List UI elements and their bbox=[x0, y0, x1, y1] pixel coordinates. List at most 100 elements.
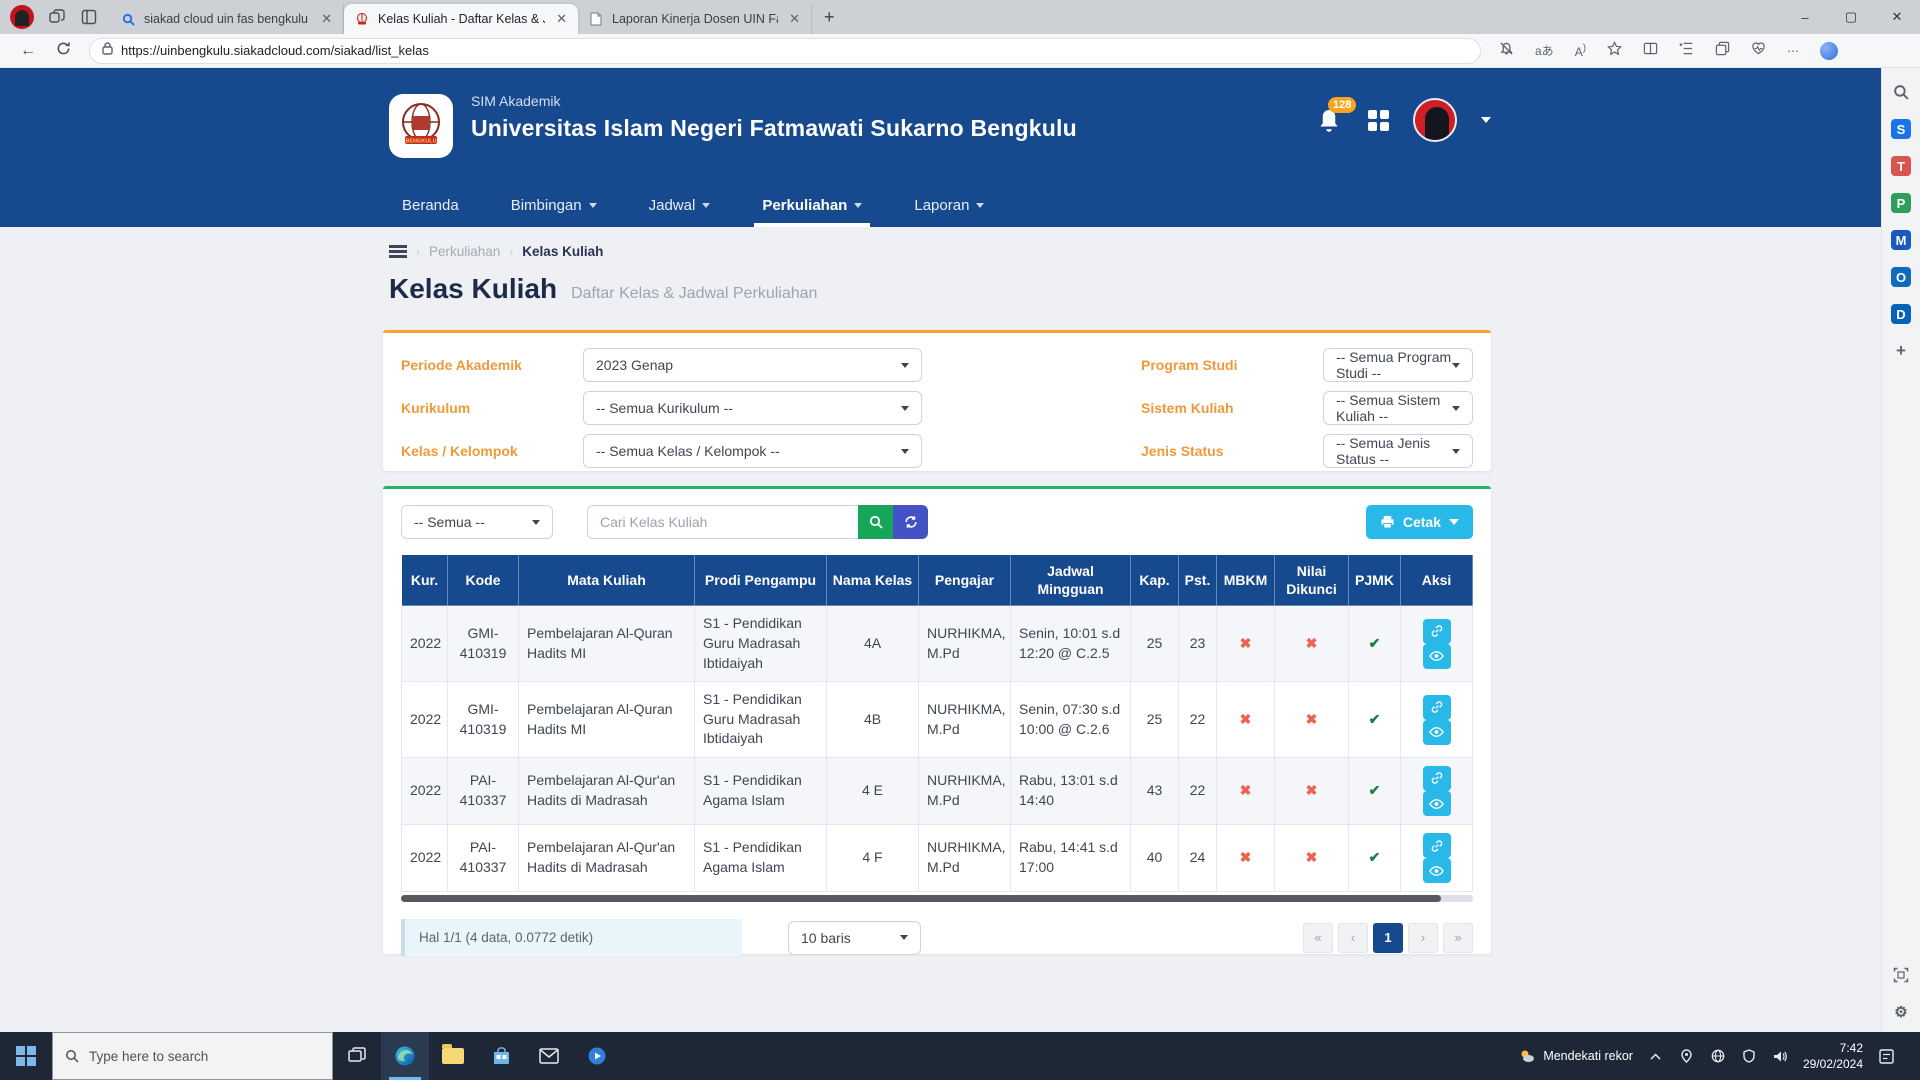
taskbar-search[interactable]: Type here to search bbox=[52, 1032, 333, 1080]
profile-caret-icon[interactable] bbox=[1481, 117, 1491, 123]
cell-kode: PAI-410337 bbox=[448, 825, 519, 892]
browser-profile-avatar[interactable] bbox=[10, 5, 34, 29]
page-next-button[interactable]: › bbox=[1408, 923, 1438, 953]
workspaces-icon[interactable] bbox=[48, 8, 66, 26]
start-button[interactable] bbox=[0, 1032, 52, 1080]
tray-security-shield-icon[interactable] bbox=[1741, 1048, 1757, 1064]
tray-volume-icon[interactable] bbox=[1772, 1048, 1788, 1064]
sistem-kuliah-select[interactable]: -- Semua Sistem Kuliah -- bbox=[1323, 391, 1473, 425]
reset-button[interactable] bbox=[893, 505, 928, 539]
sidebar-add-icon[interactable]: + bbox=[1891, 341, 1911, 361]
split-screen-icon[interactable] bbox=[1643, 41, 1658, 61]
tray-network-icon[interactable] bbox=[1710, 1048, 1726, 1064]
scrollbar-thumb[interactable] bbox=[401, 895, 1441, 902]
taskbar-file-explorer-icon[interactable] bbox=[429, 1032, 477, 1080]
action-center-icon[interactable] bbox=[1878, 1048, 1894, 1064]
sidebar-search-icon[interactable] bbox=[1891, 82, 1911, 102]
nav-laporan[interactable]: Laporan bbox=[888, 184, 1010, 227]
page-1-button[interactable]: 1 bbox=[1373, 923, 1403, 953]
search-button[interactable] bbox=[858, 505, 893, 539]
nav-jadwal[interactable]: Jadwal bbox=[623, 184, 737, 227]
back-button[interactable]: ← bbox=[10, 42, 46, 60]
sidebar-settings-gear-icon[interactable]: ⚙ bbox=[1891, 1002, 1911, 1022]
window-maximize-button[interactable]: ▢ bbox=[1828, 0, 1874, 34]
favorites-bar-icon[interactable] bbox=[1679, 41, 1694, 61]
program-studi-select[interactable]: -- Semua Program Studi -- bbox=[1323, 348, 1473, 382]
taskbar-clock[interactable]: 7:42 29/02/2024 bbox=[1803, 1040, 1863, 1072]
nav-perkuliahan[interactable]: Perkuliahan bbox=[736, 184, 888, 227]
link-class-button[interactable] bbox=[1423, 833, 1451, 858]
taskbar-news-widget[interactable]: Mendekati rekor bbox=[1519, 1048, 1633, 1064]
weather-icon bbox=[1519, 1048, 1535, 1064]
tab-close-icon[interactable]: ✕ bbox=[553, 11, 570, 27]
sidebar-onedrive-icon[interactable]: D bbox=[1891, 304, 1911, 324]
tab-siakad-search[interactable]: siakad cloud uin fas bengkulu - S ✕ bbox=[110, 4, 344, 34]
search-input[interactable] bbox=[587, 505, 858, 539]
tab-laporan-kinerja[interactable]: Laporan Kinerja Dosen UIN Fatm ✕ bbox=[578, 4, 812, 34]
link-class-button[interactable] bbox=[1423, 619, 1451, 644]
breadcrumb-perkuliahan[interactable]: Perkuliahan bbox=[429, 244, 500, 259]
settings-more-icon[interactable]: ⋯ bbox=[1787, 44, 1799, 58]
translate-icon[interactable]: aあ bbox=[1535, 42, 1554, 59]
view-class-button[interactable] bbox=[1423, 644, 1451, 669]
scope-select[interactable]: -- Semua -- bbox=[401, 505, 553, 539]
new-tab-button[interactable]: + bbox=[812, 7, 847, 28]
tray-chevron-up-icon[interactable] bbox=[1648, 1048, 1664, 1064]
notifications-blocked-icon[interactable] bbox=[1499, 41, 1514, 61]
sidebar-outlook-icon[interactable]: O bbox=[1891, 267, 1911, 287]
page-size-select[interactable]: 10 baris bbox=[788, 921, 921, 955]
taskbar-store-icon[interactable] bbox=[477, 1032, 525, 1080]
kurikulum-select[interactable]: -- Semua Kurikulum -- bbox=[583, 391, 922, 425]
collections-icon[interactable] bbox=[1715, 41, 1730, 61]
windows-logo-icon bbox=[16, 1046, 36, 1066]
horizontal-scrollbar[interactable] bbox=[401, 895, 1473, 902]
user-avatar[interactable] bbox=[1413, 98, 1457, 142]
cell-nilai-dikunci-status-icon: ✖ bbox=[1275, 825, 1349, 892]
sidebar-shopping-icon[interactable]: S bbox=[1891, 119, 1911, 139]
sidebar-toolbox-icon[interactable]: T bbox=[1891, 156, 1911, 176]
nav-bimbingan[interactable]: Bimbingan bbox=[485, 184, 623, 227]
tab-title: Laporan Kinerja Dosen UIN Fatm bbox=[612, 12, 778, 26]
apps-grid-icon[interactable] bbox=[1368, 110, 1389, 131]
tray-location-icon[interactable] bbox=[1679, 1048, 1695, 1064]
copilot-icon[interactable] bbox=[1820, 42, 1838, 60]
link-class-button[interactable] bbox=[1423, 695, 1451, 720]
window-minimize-button[interactable]: – bbox=[1782, 0, 1828, 34]
refresh-button[interactable] bbox=[46, 41, 81, 61]
view-class-button[interactable] bbox=[1423, 720, 1451, 745]
university-logo: BENGKULU bbox=[389, 94, 453, 158]
cetak-button[interactable]: Cetak bbox=[1366, 505, 1473, 539]
taskbar-edge-icon[interactable] bbox=[381, 1032, 429, 1080]
window-close-button[interactable]: ✕ bbox=[1874, 0, 1920, 34]
taskbar-mail-icon[interactable] bbox=[525, 1032, 573, 1080]
browser-essentials-icon[interactable] bbox=[1751, 41, 1766, 61]
page-prev-button[interactable]: ‹ bbox=[1338, 923, 1368, 953]
task-view-button[interactable] bbox=[333, 1032, 381, 1080]
favorite-star-icon[interactable] bbox=[1607, 41, 1622, 61]
jenis-status-select[interactable]: -- Semua Jenis Status -- bbox=[1323, 434, 1473, 468]
cell-jadwal: Rabu, 13:01 s.d 14:40 bbox=[1011, 757, 1131, 824]
url-bar[interactable]: https://uinbengkulu.siakadcloud.com/siak… bbox=[89, 38, 1481, 64]
tab-kelas-kuliah[interactable]: Kelas Kuliah - Daftar Kelas & Jad ✕ bbox=[344, 4, 578, 34]
page-last-button[interactable]: » bbox=[1443, 923, 1473, 953]
sidebar-office-icon[interactable]: M bbox=[1891, 230, 1911, 250]
nav-beranda[interactable]: Beranda bbox=[376, 184, 485, 227]
tab-close-icon[interactable]: ✕ bbox=[318, 11, 335, 27]
kelas-kelompok-select[interactable]: -- Semua Kelas / Kelompok -- bbox=[583, 434, 922, 468]
taskbar-time: 7:42 bbox=[1803, 1040, 1863, 1056]
link-class-button[interactable] bbox=[1423, 766, 1451, 791]
read-aloud-icon[interactable]: A) bbox=[1575, 43, 1586, 59]
class-table: Kur. Kode Mata Kuliah Prodi Pengampu Nam… bbox=[401, 554, 1473, 892]
periode-akademik-select[interactable]: 2023 Genap bbox=[583, 348, 922, 382]
sidebar-contacts-icon[interactable]: P bbox=[1891, 193, 1911, 213]
vertical-tabs-icon[interactable] bbox=[80, 8, 98, 26]
page-first-button[interactable]: « bbox=[1303, 923, 1333, 953]
view-class-button[interactable] bbox=[1423, 858, 1451, 883]
view-class-button[interactable] bbox=[1423, 791, 1451, 816]
notifications-bell-icon[interactable]: 128 bbox=[1316, 106, 1344, 134]
menu-hamburger-icon[interactable] bbox=[389, 245, 407, 258]
cell-nama-kelas: 4 F bbox=[827, 825, 919, 892]
tab-close-icon[interactable]: ✕ bbox=[786, 11, 803, 27]
sidebar-screenshot-icon[interactable] bbox=[1891, 965, 1911, 985]
taskbar-media-player-icon[interactable] bbox=[573, 1032, 621, 1080]
